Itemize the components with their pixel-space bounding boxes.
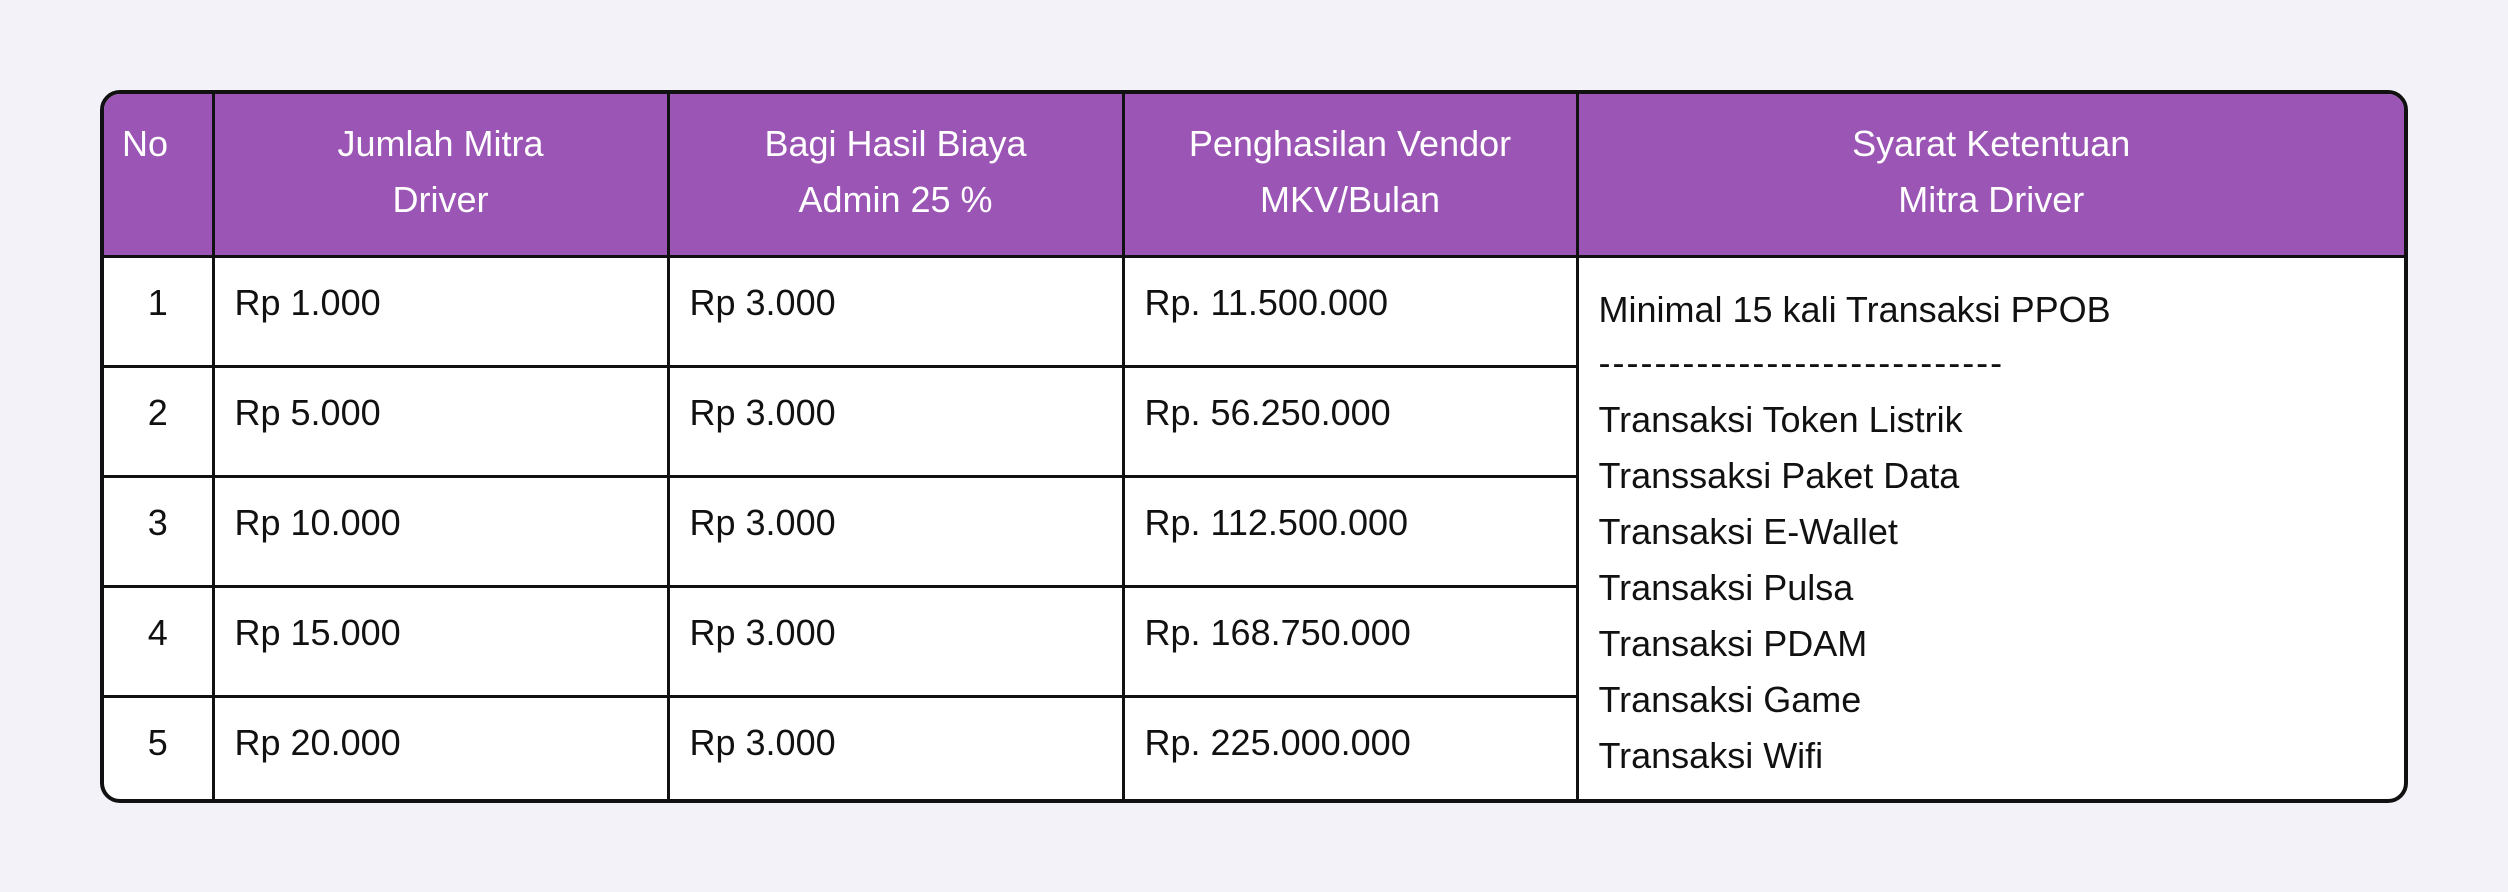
header-jumlah-line2: Driver — [392, 179, 489, 220]
commission-table: No Jumlah Mitra Driver Bagi Hasil Biaya … — [100, 90, 2408, 803]
row-no: 1 — [104, 254, 215, 368]
row-penghasilan: Rp. 11.500.000 — [1121, 254, 1579, 368]
terms-item: Transaksi E-Wallet — [1598, 510, 1898, 552]
header-bagi-hasil: Bagi Hasil Biaya Admin 25 % — [666, 94, 1125, 258]
commission-table-grid: No Jumlah Mitra Driver Bagi Hasil Biaya … — [104, 94, 2404, 799]
terms-item: Transsaksi Paket Data — [1598, 454, 1960, 496]
terms-first-line: Minimal 15 kali Transaksi PPOB — [1598, 288, 2111, 330]
terms-item: Transaksi PDAM — [1598, 622, 1868, 664]
header-penghasilan: Penghasilan Vendor MKV/Bulan — [1121, 94, 1579, 258]
row-bagi-hasil: Rp 3.000 — [666, 364, 1125, 478]
row-jumlah: Rp 20.000 — [211, 694, 670, 799]
row-no: 5 — [104, 694, 215, 799]
terms-item: Transaksi Pulsa — [1598, 566, 1854, 608]
header-syarat-line2: Mitra Driver — [1898, 179, 2085, 220]
terms-item: Transaksi Wifi — [1598, 734, 1824, 776]
row-jumlah: Rp 5.000 — [211, 364, 670, 478]
header-jumlah-mitra: Jumlah Mitra Driver — [211, 94, 670, 258]
row-penghasilan: Rp. 112.500.000 — [1121, 474, 1577, 588]
header-no: No — [104, 94, 215, 258]
terms-divider: ----------------------------- — [1598, 341, 2005, 383]
terms-item: Transaksi Game — [1598, 678, 1862, 720]
row-no: 2 — [104, 364, 215, 478]
row-bagi-hasil: Rp 3.000 — [666, 254, 1125, 368]
row-penghasilan: Rp. 225.000.000 — [1121, 694, 1577, 799]
header-bagi-line1: Bagi Hasil Biaya — [764, 123, 1027, 164]
header-syarat: Syarat Ketentuan Mitra Driver — [1575, 94, 2404, 258]
row-jumlah: Rp 10.000 — [211, 474, 670, 588]
row-no: 4 — [104, 584, 215, 698]
table-header-row: No Jumlah Mitra Driver Bagi Hasil Biaya … — [104, 94, 2404, 258]
header-jumlah-line1: Jumlah Mitra — [337, 123, 544, 164]
header-no-label: No — [122, 123, 169, 164]
row-bagi-hasil: Rp 3.000 — [666, 584, 1125, 698]
row-bagi-hasil: Rp 3.000 — [666, 694, 1125, 799]
terms-item: Transaksi Token Listrik — [1598, 398, 1963, 440]
row-no: 3 — [104, 474, 215, 588]
header-bagi-line2: Admin 25 % — [798, 179, 993, 220]
terms-cell: Minimal 15 kali Transaksi PPOB ---------… — [1575, 254, 2404, 799]
header-syarat-line1: Syarat Ketentuan — [1852, 123, 2131, 164]
header-penghasilan-line1: Penghasilan Vendor — [1188, 123, 1512, 164]
row-penghasilan: Rp. 168.750.000 — [1121, 584, 1577, 698]
row-jumlah: Rp 15.000 — [211, 584, 670, 698]
row-penghasilan: Rp. 56.250.000 — [1121, 364, 1577, 478]
row-bagi-hasil: Rp 3.000 — [666, 474, 1125, 588]
header-penghasilan-line2: MKV/Bulan — [1259, 179, 1441, 220]
table-row: 1 Rp 1.000 Rp 3.000 Rp. 11.500.000 Minim… — [104, 254, 2404, 799]
row-jumlah: Rp 1.000 — [211, 254, 670, 368]
